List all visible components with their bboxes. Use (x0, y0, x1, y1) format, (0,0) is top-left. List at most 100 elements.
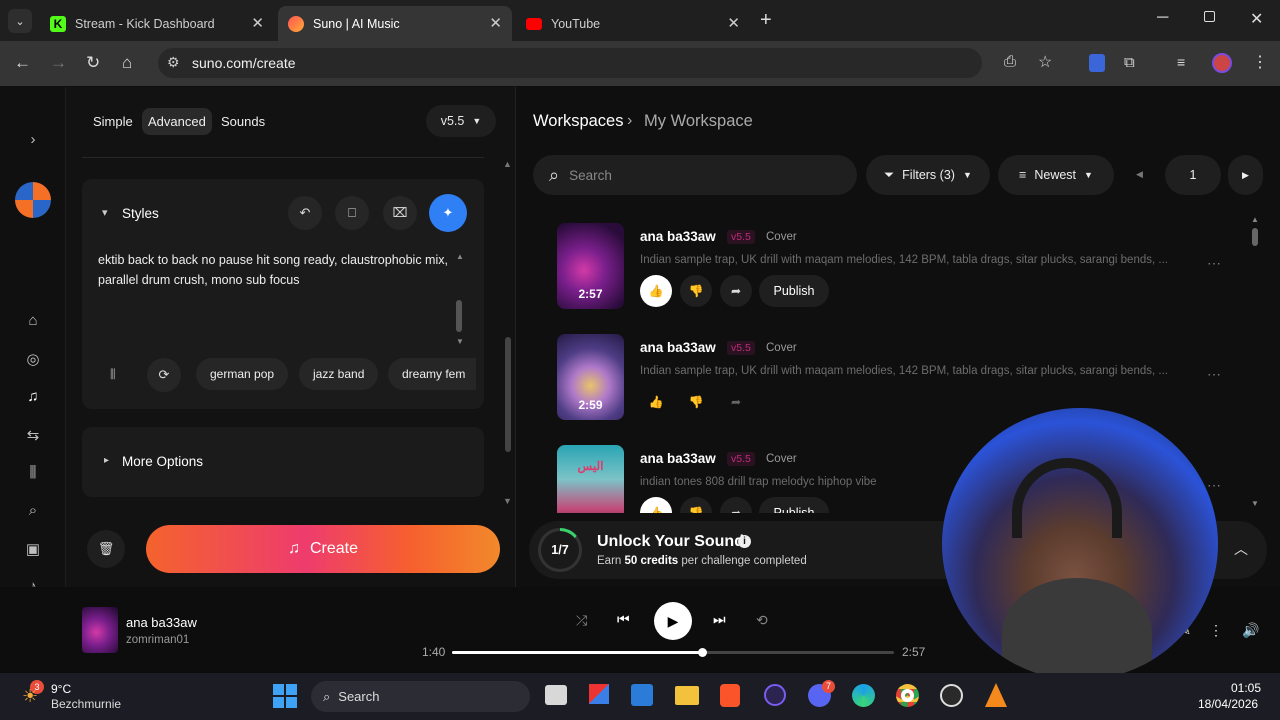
weather-location[interactable]: Bezchmurnie (51, 697, 121, 711)
dislike-button[interactable]: 👎 (680, 386, 712, 418)
expand-banner-icon[interactable]: ︿ (1234, 539, 1248, 559)
more-options-card[interactable]: ▸ More Options (82, 427, 484, 497)
dislike-button[interactable]: 👎 (680, 497, 712, 513)
undo-button[interactable]: ↶ (288, 196, 322, 230)
browser-menu-icon[interactable]: ⋮ (1252, 52, 1268, 72)
info-icon[interactable]: i (738, 535, 751, 548)
song-search-input[interactable]: ⌕ Search (533, 155, 857, 195)
list-scroll-up-icon[interactable]: ▲ (1251, 215, 1259, 224)
mode-simple[interactable]: Simple (87, 108, 139, 135)
magic-wand-button[interactable]: ✦ (429, 194, 467, 232)
song-cover-art[interactable]: اليس (557, 445, 624, 513)
weather-temperature[interactable]: 9°C (51, 682, 71, 696)
reload-icon[interactable]: ↻ (86, 53, 100, 73)
dislike-button[interactable]: 👎 (680, 275, 712, 307)
clear-style-button[interactable]: ⌧ (383, 196, 417, 230)
share-button[interactable]: ➦ (720, 275, 752, 307)
share-button[interactable]: ➦ (720, 386, 752, 418)
close-tab-icon[interactable]: ✕ (489, 14, 502, 32)
mode-sounds[interactable]: Sounds (215, 108, 271, 135)
next-track-icon[interactable]: ⏭ (713, 611, 726, 628)
weather-icon[interactable]: ☀ (22, 686, 38, 707)
style-chip[interactable]: german pop (196, 358, 289, 390)
back-icon[interactable]: ← (14, 53, 31, 73)
more-menu-icon[interactable]: ⋮ (1209, 622, 1223, 639)
studio-icon[interactable]: ⇆ (24, 426, 42, 444)
publish-button[interactable]: Publish (759, 497, 829, 513)
shield-extension-icon[interactable] (1089, 54, 1105, 72)
new-tab-icon[interactable]: + (760, 9, 772, 32)
song-title[interactable]: ana ba33aw (640, 340, 716, 355)
share-button[interactable]: ➦ (720, 497, 752, 513)
store-icon[interactable] (631, 684, 653, 706)
close-tab-icon[interactable]: ✕ (727, 14, 740, 32)
profile-avatar[interactable] (1212, 53, 1232, 73)
song-cover-art[interactable]: 2:57 (557, 223, 624, 309)
explore-icon[interactable]: ◎ (24, 350, 42, 368)
inbox-icon[interactable]: ▣ (24, 540, 42, 558)
home-icon[interactable]: ⌂ (122, 53, 132, 73)
home-icon[interactable]: ⌂ (24, 312, 42, 329)
panel-scrollbar-thumb[interactable] (505, 337, 511, 452)
textarea-scrollbar[interactable] (456, 300, 462, 332)
refresh-suggestions-button[interactable]: ⟳ (147, 358, 181, 392)
chrome-browser-icon[interactable] (896, 684, 919, 707)
create-button[interactable]: ♫ Create (146, 525, 500, 573)
seek-bar[interactable] (452, 648, 894, 657)
next-page-button[interactable]: ▶ (1228, 155, 1263, 195)
search-icon[interactable]: ⌕ (24, 502, 42, 519)
like-button[interactable]: 👍 (640, 386, 672, 418)
sort-button[interactable]: ≡ Newest ▼ (998, 155, 1114, 195)
scroll-up-icon[interactable]: ▲ (456, 252, 464, 261)
more-options-icon[interactable]: ⋯ (1207, 477, 1221, 494)
now-playing-title[interactable]: ana ba33aw (126, 615, 197, 630)
close-tab-icon[interactable]: ✕ (251, 14, 264, 32)
play-button[interactable]: ▶ (654, 602, 692, 640)
tab-search-dropdown-icon[interactable]: ⌄ (8, 9, 32, 33)
system-clock-time[interactable]: 01:05 (1231, 681, 1261, 695)
library-icon[interactable]: ⫼ (24, 464, 42, 481)
minimize-window-icon[interactable]: ─ (1157, 9, 1168, 27)
bookmark-star-icon[interactable]: ☆ (1038, 52, 1052, 72)
address-bar[interactable]: ⚙ suno.com/create ⎙ ☆ (158, 48, 1052, 78)
obs-studio-icon[interactable] (940, 684, 963, 707)
model-version-select[interactable]: v5.5 ▼ (426, 105, 496, 137)
scroll-up-icon[interactable]: ▲ (503, 159, 512, 169)
list-scroll-down-icon[interactable]: ▼ (1251, 499, 1259, 508)
save-style-button[interactable]: ⎕ (335, 196, 369, 230)
styles-textarea[interactable]: ektib back to back no pause hit song rea… (98, 250, 450, 290)
volume-icon[interactable]: 🔊 (1242, 622, 1259, 639)
song-row[interactable]: 2:57 ana ba33aw v5.5 Cover Indian sample… (557, 223, 1237, 313)
app-icon[interactable] (764, 684, 786, 706)
widgets-icon[interactable] (589, 684, 609, 704)
create-music-icon[interactable]: ♫ (24, 388, 42, 405)
forward-icon[interactable]: → (50, 53, 67, 73)
breadcrumb-workspaces[interactable]: Workspaces (533, 112, 623, 131)
close-window-icon[interactable]: ✕ (1250, 9, 1263, 29)
scroll-down-icon[interactable]: ▼ (503, 496, 512, 506)
vlc-icon[interactable] (985, 683, 1007, 707)
song-cover-art[interactable]: 2:59 (557, 334, 624, 420)
site-info-icon[interactable]: ⚙ (167, 54, 180, 71)
extension-icon[interactable]: ⧉ (1124, 54, 1135, 71)
style-chip[interactable]: jazz band (299, 358, 379, 390)
list-scrollbar-thumb[interactable] (1252, 228, 1258, 246)
mode-advanced[interactable]: Advanced (142, 108, 212, 135)
windows-start-icon[interactable] (273, 684, 297, 708)
style-library-icon[interactable]: ⫼ (110, 367, 116, 382)
repeat-icon[interactable]: ⟲ (756, 612, 768, 629)
filters-button[interactable]: ⏷ Filters (3) ▼ (866, 155, 990, 195)
seek-bar-handle[interactable] (697, 648, 707, 657)
like-button[interactable]: 👍 (640, 497, 672, 513)
install-app-icon[interactable]: ⎙ (1004, 53, 1016, 70)
more-options-icon[interactable]: ⋯ (1207, 255, 1221, 272)
now-playing-artist[interactable]: zomriman01 (126, 634, 189, 646)
song-row[interactable]: 2:59 ana ba33aw v5.5 Cover Indian sample… (557, 334, 1237, 424)
collapse-chevron-icon[interactable]: ▾ (102, 206, 108, 219)
shuffle-icon[interactable]: ⤮ (576, 612, 587, 629)
edge-browser-icon[interactable] (852, 684, 875, 707)
suno-brand-logo[interactable] (15, 182, 51, 218)
expand-sidebar-icon[interactable]: › (24, 131, 42, 148)
more-options-icon[interactable]: ⋯ (1207, 366, 1221, 383)
restore-window-icon[interactable] (1204, 11, 1215, 22)
